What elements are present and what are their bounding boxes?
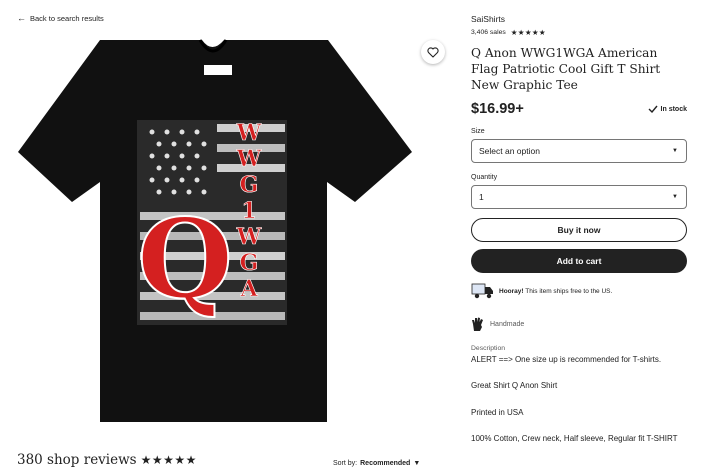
shirt-vertical-letter: G [240, 250, 259, 276]
handmade-row: Handmade [471, 317, 687, 332]
heart-icon [427, 46, 439, 58]
shirt-vertical-letter: 1 [241, 198, 256, 224]
sort-label: Sort by: [333, 460, 358, 467]
shop-rating-stars-icon: ★★★★★ [510, 28, 546, 37]
description-line: Printed in USA [471, 408, 524, 417]
price-row: $16.99+ In stock [471, 101, 687, 117]
checkmark-icon [648, 105, 658, 113]
shirt-vertical-letter: G [240, 172, 259, 198]
size-select-value: Select an option [479, 146, 540, 156]
shop-name-link[interactable]: SaiShirts [471, 14, 687, 24]
description-line: Great Shirt Q Anon Shirt [471, 381, 558, 390]
product-image[interactable]: Q WWG1WGA [12, 32, 450, 437]
product-title: Q Anon WWG1WGA American Flag Patriotic C… [471, 46, 661, 92]
listing-panel: SaiShirts 3,406 sales ★★★★★ Q Anon WWG1W… [471, 14, 687, 443]
shipping-text: This item ships free to the US. [523, 287, 613, 295]
handmade-label: Handmade [490, 321, 525, 328]
shirt-vertical-letter: W [236, 120, 262, 146]
shop-sales-row: 3,406 sales ★★★★★ [471, 28, 687, 37]
hand-icon [472, 317, 483, 331]
buy-it-now-button[interactable]: Buy it now [471, 218, 687, 242]
shirt-vertical-letter: W [236, 224, 262, 250]
shirt-vertical-letter: A [239, 276, 258, 302]
stock-label: In stock [660, 105, 687, 113]
stock-status: In stock [648, 105, 687, 113]
reviews-count: 380 shop reviews [17, 452, 137, 468]
sort-value: Recommended [360, 460, 411, 467]
size-select[interactable]: Select an option ▼ [471, 139, 687, 163]
shirt-vertical-letter: W [236, 146, 262, 172]
shirt-q-letter: Q [137, 194, 233, 323]
add-to-cart-button[interactable]: Add to cart [471, 249, 687, 273]
tshirt-illustration: Q WWG1WGA [18, 39, 412, 422]
back-link-label: Back to search results [30, 14, 104, 23]
quantity-label: Quantity [471, 174, 498, 181]
shipping-note: Hooray! This item ships free to the US. [471, 282, 687, 300]
size-label: Size [471, 128, 485, 135]
reviews-stars-icon: ★★★★★ [140, 453, 197, 467]
description-line: ALERT ==> One size up is recommended for… [471, 355, 662, 364]
favorite-button[interactable] [421, 40, 445, 64]
caret-down-icon: ▼ [672, 148, 678, 154]
caret-down-icon: ▼ [413, 460, 421, 467]
description-label: Description [471, 345, 505, 352]
back-to-search-link[interactable]: ← Back to search results [17, 13, 104, 24]
arrow-left-icon: ← [17, 13, 26, 23]
shirt-tag [204, 65, 232, 75]
shipping-bold: Hooray! [499, 287, 524, 295]
caret-down-icon: ▼ [672, 194, 678, 200]
product-price: $16.99+ [471, 101, 524, 117]
quantity-select[interactable]: 1 ▼ [471, 185, 687, 209]
quantity-select-value: 1 [479, 192, 484, 202]
shop-reviews-heading: 380 shop reviews ★★★★★ [17, 452, 197, 468]
description-line: 100% Cotton, Crew neck, Half sleeve, Reg… [471, 434, 678, 443]
truck-icon [471, 283, 493, 299]
sort-dropdown[interactable]: Sort by: Recommended ▼ [333, 460, 420, 467]
sales-count: 3,406 sales [471, 29, 506, 36]
